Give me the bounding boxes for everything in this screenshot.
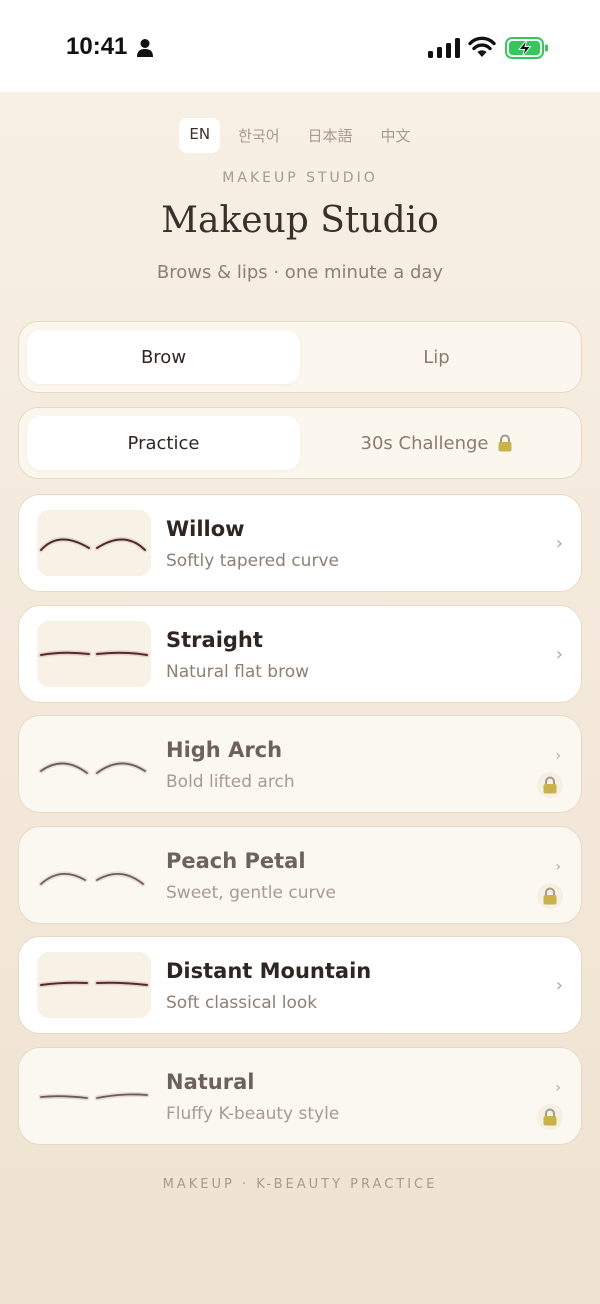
brow-thumbnail bbox=[37, 842, 151, 908]
chevron-right-icon: › bbox=[555, 1079, 561, 1096]
style-card-peach-petal[interactable]: Peach Petal Sweet, gentle curve › bbox=[18, 825, 582, 924]
brow-thumbnail bbox=[37, 620, 151, 687]
eyebrow-label: MAKEUP STUDIO bbox=[222, 170, 378, 186]
wifi-icon bbox=[468, 36, 496, 57]
style-name: Natural bbox=[166, 1069, 255, 1094]
brow-thumbnail bbox=[37, 1063, 151, 1129]
cellular-signal-icon bbox=[428, 38, 460, 58]
style-name: High Arch bbox=[166, 738, 283, 762]
tab-lip[interactable]: Lip bbox=[300, 330, 573, 384]
language-option-ja[interactable]: 日本語 bbox=[298, 118, 363, 153]
page-title: Makeup Studio bbox=[161, 200, 439, 241]
chevron-right-icon: › bbox=[555, 643, 563, 665]
style-description: Softly tapered curve bbox=[166, 551, 339, 571]
style-description: Fluffy K-beauty style bbox=[166, 1103, 340, 1124]
tab-lip-label: Lip bbox=[423, 346, 450, 368]
brow-thumbnail bbox=[37, 731, 151, 797]
mode-tabs: Practice 30s Challenge bbox=[18, 407, 582, 479]
lock-icon bbox=[543, 776, 557, 794]
style-description: Natural flat brow bbox=[166, 661, 310, 682]
style-card-distant-mountain[interactable]: Distant Mountain Soft classical look › bbox=[18, 936, 582, 1034]
battery-charging-icon bbox=[505, 37, 548, 59]
chevron-right-icon: › bbox=[555, 533, 563, 554]
chevron-right-icon: › bbox=[555, 748, 561, 764]
style-name: Distant Mountain bbox=[166, 959, 372, 983]
style-card-natural[interactable]: Natural Fluffy K-beauty style › bbox=[18, 1046, 582, 1145]
chevron-right-icon: › bbox=[555, 858, 561, 875]
brow-thumbnail bbox=[37, 952, 151, 1018]
lock-icon bbox=[498, 434, 511, 452]
style-name: Peach Petal bbox=[166, 848, 306, 873]
brow-thumbnail bbox=[37, 510, 151, 576]
locked-badge bbox=[537, 1103, 563, 1130]
style-card-willow[interactable]: Willow Softly tapered curve › bbox=[18, 494, 582, 592]
style-description: Sweet, gentle curve bbox=[166, 882, 336, 903]
status-bar: 10:41 bbox=[0, 0, 600, 92]
tab-challenge-label: 30s Challenge bbox=[360, 432, 489, 454]
footer-tagline: MAKEUP · K-BEAUTY PRACTICE bbox=[162, 1177, 438, 1192]
tab-brow-label: Brow bbox=[140, 346, 187, 368]
style-card-straight[interactable]: Straight Natural flat brow › bbox=[18, 604, 582, 703]
style-description: Soft classical look bbox=[166, 993, 318, 1013]
language-option-en[interactable]: EN bbox=[179, 118, 221, 153]
language-option-ko[interactable]: 한국어 bbox=[228, 118, 289, 153]
person-icon bbox=[137, 39, 153, 57]
style-card-high-arch[interactable]: High Arch Bold lifted arch › bbox=[18, 715, 582, 813]
language-selector: EN 한국어 日本語 中文 bbox=[0, 118, 600, 153]
category-tabs: Brow Lip bbox=[18, 321, 582, 393]
style-name: Straight bbox=[166, 627, 263, 652]
status-time: 10:41 bbox=[66, 33, 128, 60]
chevron-right-icon: › bbox=[555, 975, 563, 996]
tab-30s-challenge[interactable]: 30s Challenge bbox=[300, 416, 573, 470]
lock-icon bbox=[543, 1108, 557, 1125]
tab-practice[interactable]: Practice bbox=[27, 416, 300, 470]
language-option-zh[interactable]: 中文 bbox=[371, 118, 421, 153]
locked-badge bbox=[537, 882, 563, 909]
locked-badge bbox=[537, 772, 563, 798]
tab-practice-label: Practice bbox=[127, 432, 200, 454]
lock-icon bbox=[543, 887, 557, 904]
page-subtitle: Brows & lips · one minute a day bbox=[156, 262, 444, 283]
brow-style-list: Willow Softly tapered curve › Straight N… bbox=[18, 494, 582, 1157]
style-description: Bold lifted arch bbox=[166, 772, 295, 792]
tab-brow[interactable]: Brow bbox=[27, 330, 300, 384]
style-name: Willow bbox=[166, 517, 245, 541]
